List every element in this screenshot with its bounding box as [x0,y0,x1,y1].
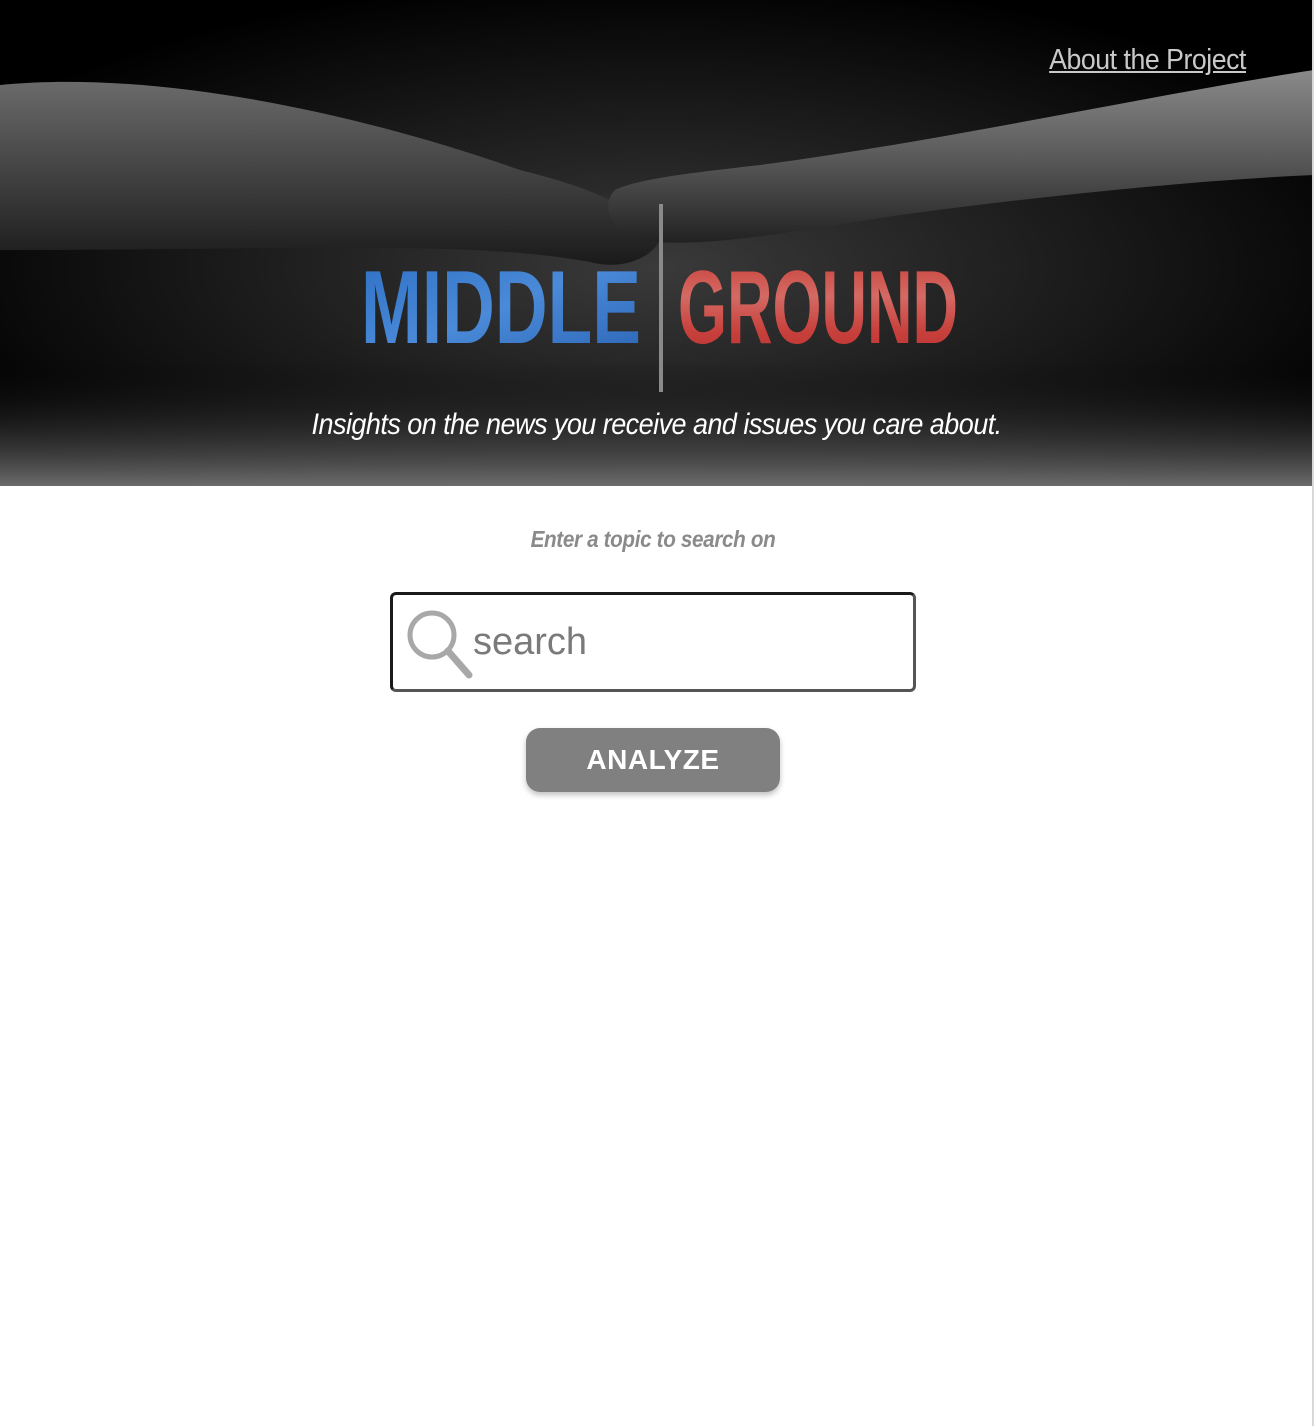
search-box[interactable] [390,592,916,692]
search-prompt: Enter a topic to search on [530,526,776,552]
hero-tagline: Insights on the news you receive and iss… [311,408,1003,441]
search-icon [407,610,473,679]
logo-divider [659,204,663,392]
page: About the Project MIDDLE GROUND Insights… [0,0,1314,1426]
logo-middle-text: MIDDLE [361,250,641,366]
logo-ground-text: GROUND [678,250,958,366]
middle-ground-logo: MIDDLE GROUND [361,204,958,392]
about-project-link[interactable]: About the Project [1049,44,1246,77]
search-input[interactable] [473,613,893,671]
hero-banner: About the Project MIDDLE GROUND Insights… [0,0,1314,486]
analyze-button[interactable]: ANALYZE [526,728,780,792]
